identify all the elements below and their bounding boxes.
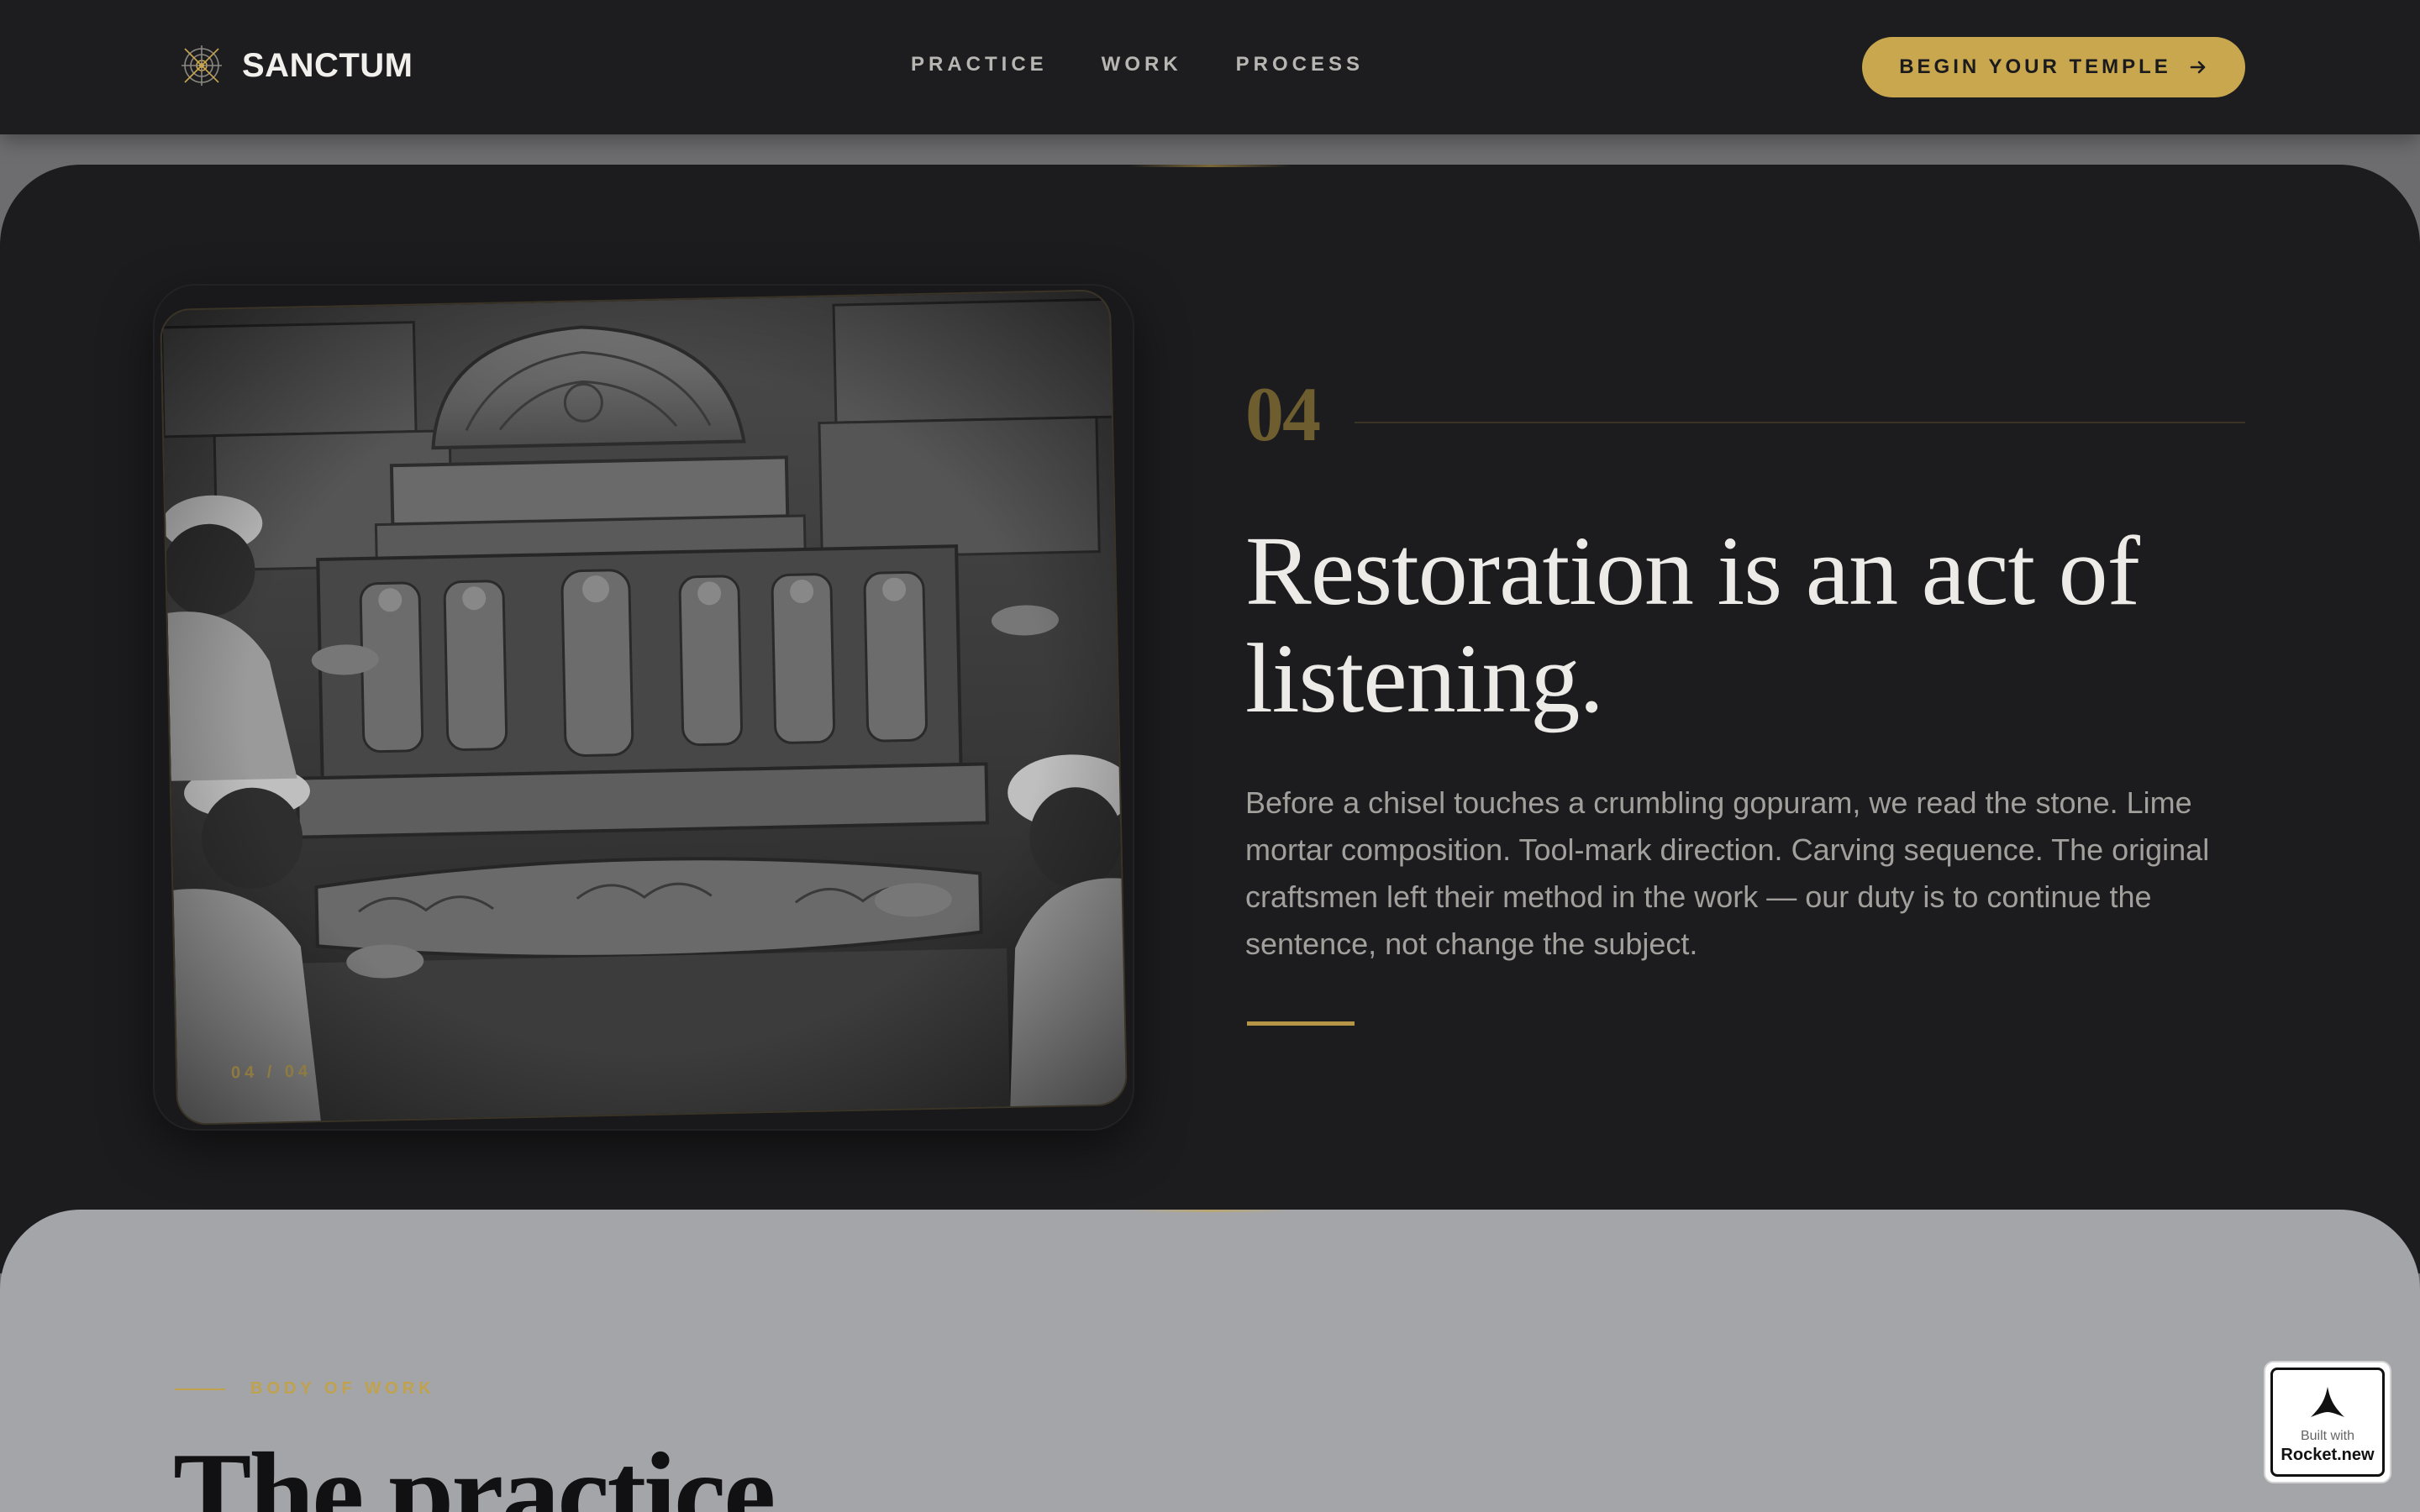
begin-your-temple-button[interactable]: BEGIN YOUR TEMPLE (1862, 37, 2245, 97)
step-number: 04 (1245, 371, 1321, 457)
eyebrow-label: BODY OF WORK (250, 1379, 435, 1398)
practice-title: The practice (173, 1429, 776, 1512)
nav-link-work[interactable]: WORK (1102, 53, 1182, 76)
temple-restoration-photo: 04 / 04 (159, 289, 1128, 1126)
brand-name: SANCTUM (242, 46, 413, 84)
main-nav: PRACTICE WORK PROCESS (911, 53, 1418, 76)
badge-inner: Built with Rocket.new (2270, 1368, 2385, 1477)
section-top-accent (1129, 1210, 1291, 1212)
temple-carving-illustration (160, 291, 1128, 1126)
cta-label: BEGIN YOUR TEMPLE (1899, 55, 2171, 78)
nav-link-practice[interactable]: PRACTICE (911, 53, 1048, 76)
badge-line-2: Rocket.new (2281, 1446, 2375, 1464)
feature-headline: Restoration is an act of listening. (1245, 517, 2237, 732)
section-eyebrow: BODY OF WORK (175, 1379, 435, 1399)
badge-line-1: Built with (2300, 1429, 2355, 1443)
practice-section: BODY OF WORK The practice (0, 1210, 2420, 1512)
built-with-badge[interactable]: Built with Rocket.new (2264, 1361, 2391, 1483)
section-top-accent (1129, 165, 1291, 167)
top-navbar: SANCTUM PRACTICE WORK PROCESS BEGIN YOUR… (0, 0, 2420, 134)
accent-underline (1247, 1021, 1355, 1026)
mandala-logo-icon (182, 45, 222, 86)
slide-counter: 04 / 04 (230, 1062, 313, 1083)
rocket-icon (2311, 1387, 2344, 1417)
step-divider (1355, 422, 2245, 423)
headline-line-2: listening. (1245, 623, 1604, 733)
arrow-right-icon (2190, 60, 2206, 74)
brand[interactable]: SANCTUM (178, 42, 413, 89)
restoration-feature-section: 04 / 04 04 Restoration is an act of list… (0, 165, 2420, 1273)
feature-body: Before a chisel touches a crumbling gopu… (1245, 785, 2210, 961)
headline-line-1: Restoration is an act of (1245, 516, 2140, 626)
nav-link-process[interactable]: PROCESS (1236, 53, 1364, 76)
eyebrow-line (175, 1388, 225, 1390)
photo-frame: 04 / 04 (155, 286, 1133, 1129)
